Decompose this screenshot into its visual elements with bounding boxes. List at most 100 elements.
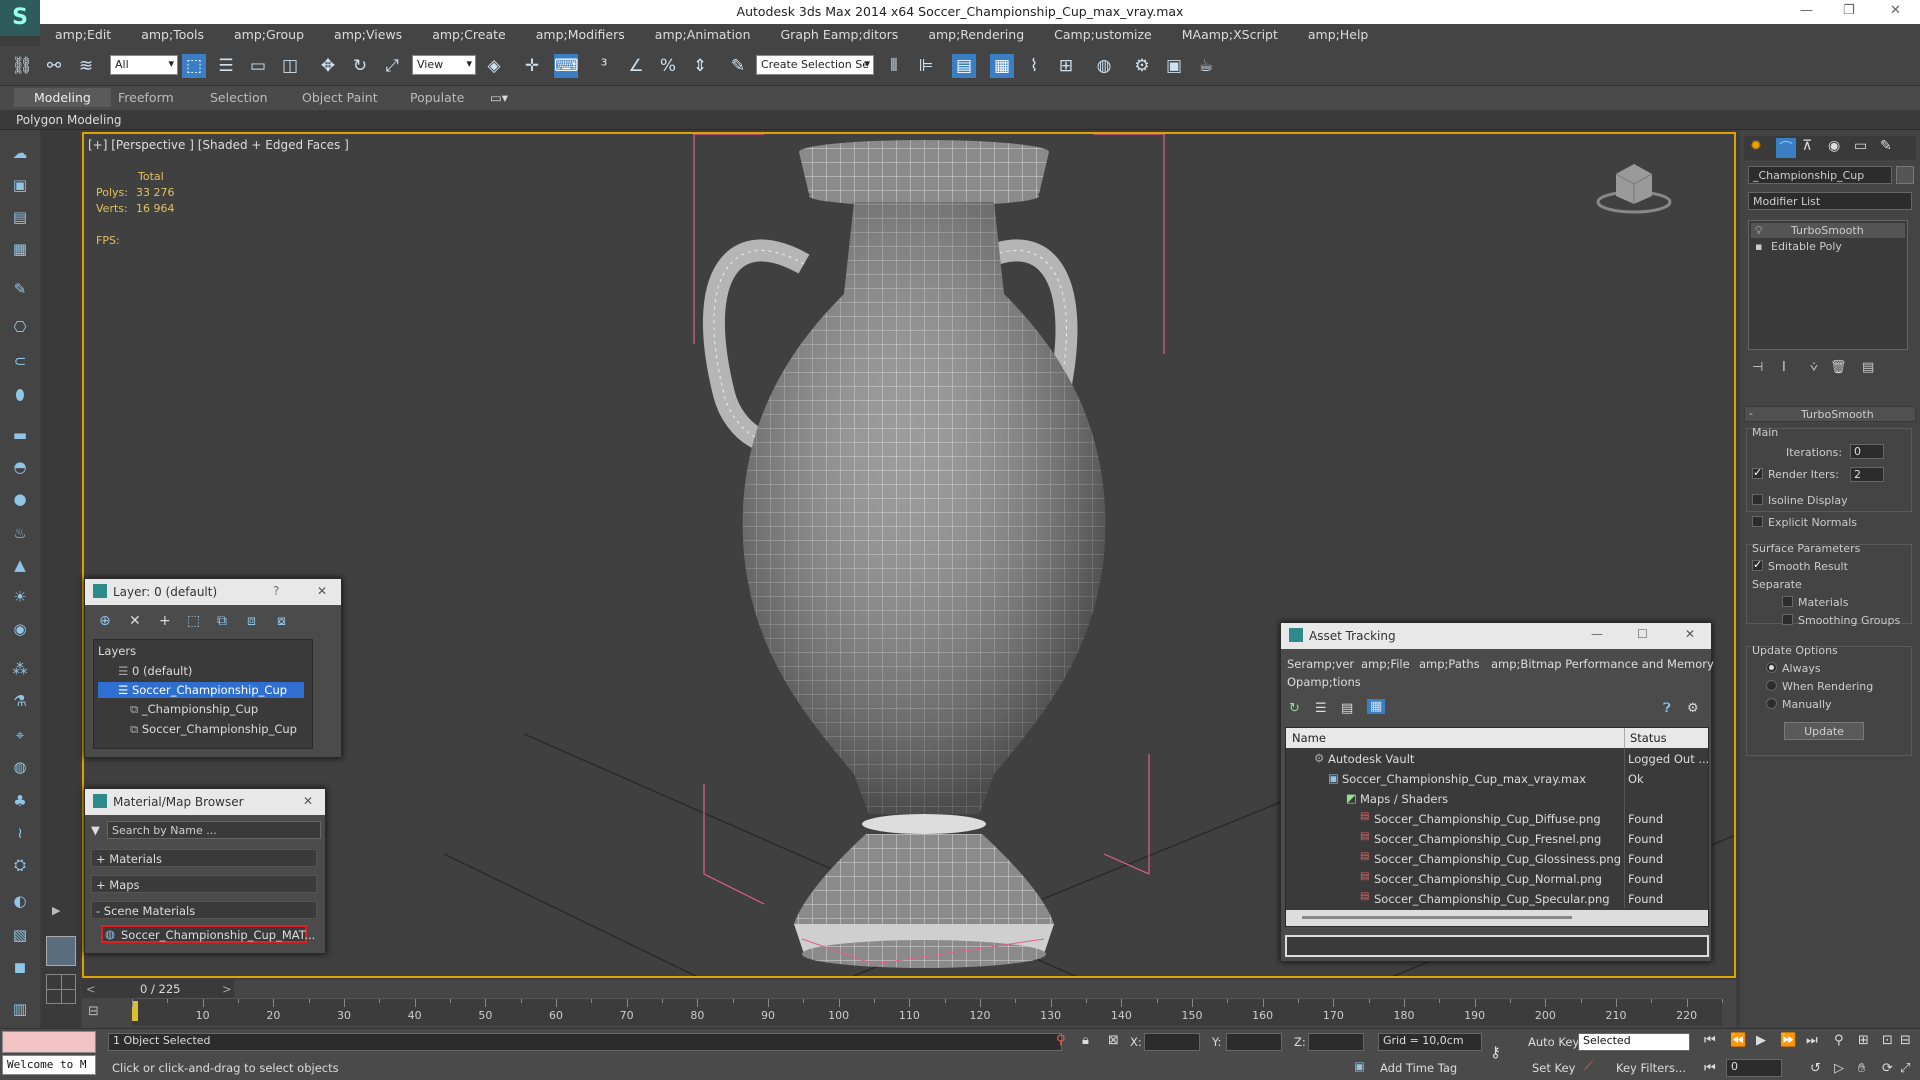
table-row[interactable]: ▤ Soccer_Championship_Cup_Glossiness.png… bbox=[1286, 850, 1708, 868]
time-slider[interactable]: < 0 / 225 > bbox=[82, 980, 234, 998]
render-iters-spinner[interactable]: 2 bbox=[1850, 467, 1884, 482]
show-end-result-icon[interactable]: Ⅰ bbox=[1782, 360, 1786, 375]
menu-tools[interactable]: amp;Tools bbox=[126, 24, 219, 42]
scene-icon[interactable]: ▤ bbox=[8, 208, 32, 230]
tree-view-icon[interactable]: ▤ bbox=[1341, 701, 1353, 716]
set-key-icon[interactable]: ⚷ bbox=[1490, 1043, 1501, 1061]
table-row[interactable]: ▤ Soccer_Championship_Cup_Fresnel.png Fo… bbox=[1286, 830, 1708, 848]
expand-plus-icon[interactable]: ▪ bbox=[1755, 240, 1762, 253]
table-row[interactable]: ⚙ Autodesk Vault Logged Out ... bbox=[1286, 750, 1709, 768]
layers-column-header[interactable]: Layers bbox=[98, 644, 136, 658]
absolute-mode-icon[interactable]: ⊠ bbox=[1108, 1033, 1119, 1048]
hair-icon[interactable]: ≀ bbox=[8, 824, 32, 846]
materials-checkbox[interactable] bbox=[1782, 596, 1793, 607]
move-icon[interactable]: ✥ bbox=[316, 54, 340, 78]
object-color-swatch[interactable] bbox=[1896, 166, 1914, 184]
configure-sets-icon[interactable]: ▤ bbox=[1862, 360, 1874, 375]
render-setup-icon[interactable]: ⚙ bbox=[1130, 54, 1154, 78]
menu-file[interactable]: amp;File bbox=[1361, 657, 1410, 671]
when-rendering-radio[interactable] bbox=[1766, 680, 1777, 691]
selection-filter-dropdown[interactable]: All bbox=[110, 55, 178, 75]
render-icon[interactable]: ▣ bbox=[8, 176, 32, 198]
menu-bitmap-performance[interactable]: amp;Bitmap Performance and Memory bbox=[1491, 657, 1714, 671]
layer-item-soccer-selected[interactable]: ☰ Soccer_Championship_Cup bbox=[98, 682, 304, 698]
goto-end-icon[interactable]: ⏭ bbox=[1806, 1033, 1818, 1048]
table-row[interactable]: ▤ Soccer_Championship_Cup_Specular.png F… bbox=[1286, 890, 1708, 908]
layer-object-soccer-cup[interactable]: ⧉ Soccer_Championship_Cup bbox=[130, 722, 297, 737]
layer-item-default[interactable]: ☰ 0 (default) bbox=[118, 664, 192, 678]
sun-icon[interactable]: ☀ bbox=[8, 588, 32, 610]
reference-coordinate-dropdown[interactable]: View bbox=[412, 55, 476, 75]
layer-properties-icon[interactable]: ⧇ bbox=[277, 613, 286, 629]
particles-icon[interactable]: ⁂ bbox=[8, 660, 32, 682]
current-frame-input[interactable]: 0 bbox=[1726, 1059, 1782, 1077]
bind-spacewarp-icon[interactable]: ≋ bbox=[74, 54, 98, 78]
table-row[interactable]: ▣ Soccer_Championship_Cup_max_vray.max O… bbox=[1286, 770, 1708, 788]
table-row[interactable]: ◩ Maps / Shaders bbox=[1286, 790, 1708, 808]
modifier-stack[interactable]: 💡︎ TurboSmooth ▪ Editable Poly bbox=[1748, 220, 1908, 350]
cone-icon[interactable]: ▲ bbox=[8, 556, 32, 578]
status-column-header[interactable]: Status bbox=[1630, 731, 1667, 745]
vfb-icon[interactable]: ◼ bbox=[8, 958, 32, 980]
remove-modifier-icon[interactable]: 🗑︎ bbox=[1830, 360, 1847, 375]
teapot-shape-icon[interactable]: ♨ bbox=[8, 524, 32, 546]
pin-stack-icon[interactable]: ⊣ bbox=[1752, 360, 1763, 375]
curve-editor-icon[interactable]: ⌇ bbox=[1022, 54, 1046, 78]
layout-icon[interactable]: ▥ bbox=[8, 1000, 32, 1022]
box-icon[interactable]: ▬ bbox=[8, 426, 32, 448]
add-time-tag-button[interactable]: Add Time Tag bbox=[1380, 1061, 1457, 1075]
field-of-view-icon[interactable]: ▷ bbox=[1834, 1061, 1844, 1076]
edit-named-sets-icon[interactable]: ✎ bbox=[726, 54, 750, 78]
layout-quad-icon[interactable] bbox=[46, 974, 76, 1004]
create-layer-icon[interactable]: ⊕ bbox=[99, 613, 111, 629]
zoom-extents-icon[interactable]: ⊡ bbox=[1882, 1033, 1893, 1048]
update-button[interactable]: Update bbox=[1784, 722, 1864, 740]
prev-key-icon[interactable]: ⏪ bbox=[1730, 1033, 1746, 1048]
restore-icon[interactable]: ❐ bbox=[1843, 3, 1855, 18]
grid-icon[interactable]: ▦ bbox=[8, 240, 32, 262]
cloth-icon[interactable]: ⛭ bbox=[8, 856, 32, 878]
named-selection-set-dropdown[interactable]: Create Selection Se bbox=[756, 55, 874, 75]
curve-editor-toggle-icon[interactable]: ⊟ bbox=[88, 1004, 99, 1019]
render-production-icon[interactable]: ☕ bbox=[1194, 54, 1218, 78]
unlink-icon[interactable]: ⚯ bbox=[42, 54, 66, 78]
tab-populate[interactable]: Populate bbox=[410, 90, 464, 105]
table-view-icon[interactable]: ▦ bbox=[1367, 699, 1386, 714]
paint-icon[interactable]: ✎ bbox=[8, 280, 32, 302]
plant-icon[interactable]: ♣ bbox=[8, 792, 32, 814]
time-tag-icon[interactable]: ▣ bbox=[1354, 1059, 1365, 1073]
camera-icon[interactable]: ⎔ bbox=[8, 318, 32, 340]
modifier-list-dropdown[interactable]: Modifier List bbox=[1748, 192, 1912, 210]
key-filters-button[interactable]: Key Filters... bbox=[1616, 1061, 1686, 1075]
menu-group[interactable]: amp;Group bbox=[219, 24, 319, 42]
layer-explorer-icon[interactable]: ▦ bbox=[990, 54, 1014, 78]
maxscript-listener-pink[interactable] bbox=[2, 1031, 96, 1053]
add-to-layer-icon[interactable]: + bbox=[159, 613, 171, 629]
delete-layer-icon[interactable]: ✕ bbox=[129, 613, 141, 629]
select-objects-icon[interactable]: ⬚ bbox=[187, 613, 200, 629]
stack-item-editable-poly[interactable]: ▪ Editable Poly bbox=[1751, 239, 1905, 254]
menu-rendering[interactable]: amp;Rendering bbox=[913, 24, 1039, 42]
scene-materials-group[interactable]: - Scene Materials bbox=[91, 901, 317, 919]
arc-rotate-icon[interactable]: ⟳ bbox=[1882, 1061, 1893, 1076]
maximize-viewport-icon[interactable]: ⤢ bbox=[1900, 1061, 1910, 1076]
scale-icon[interactable]: ⤢ bbox=[380, 54, 404, 78]
search-input[interactable]: Search by Name ... bbox=[107, 821, 321, 839]
turbosmooth-rollout-header[interactable]: - TurboSmooth bbox=[1744, 406, 1916, 422]
manually-radio[interactable] bbox=[1766, 698, 1777, 709]
prev-frame-icon[interactable]: < bbox=[86, 982, 96, 996]
snap-3d-icon[interactable]: ³ bbox=[592, 54, 616, 78]
motion-tab-icon[interactable]: ◉ bbox=[1828, 138, 1840, 154]
menu-server[interactable]: Seramp;ver bbox=[1287, 657, 1354, 671]
close-icon[interactable]: ✕ bbox=[1890, 3, 1901, 18]
menu-customize[interactable]: Camp;ustomize bbox=[1039, 24, 1167, 42]
display-tab-icon[interactable]: ▭ bbox=[1854, 138, 1867, 154]
maxscript-listener-input[interactable]: Welcome to M bbox=[2, 1055, 96, 1075]
modify-tab-icon[interactable]: ⌒ bbox=[1776, 138, 1796, 158]
menu-views[interactable]: amp;Views bbox=[319, 24, 417, 42]
expand-arrow-icon[interactable]: ▶ bbox=[52, 904, 60, 917]
film-icon[interactable]: ⬮ bbox=[8, 386, 32, 408]
next-key-icon[interactable]: ⏩ bbox=[1780, 1033, 1796, 1048]
scene-explorer-icon[interactable]: ▤ bbox=[952, 54, 976, 78]
table-row[interactable]: ▤ Soccer_Championship_Cup_Diffuse.png Fo… bbox=[1286, 810, 1708, 828]
